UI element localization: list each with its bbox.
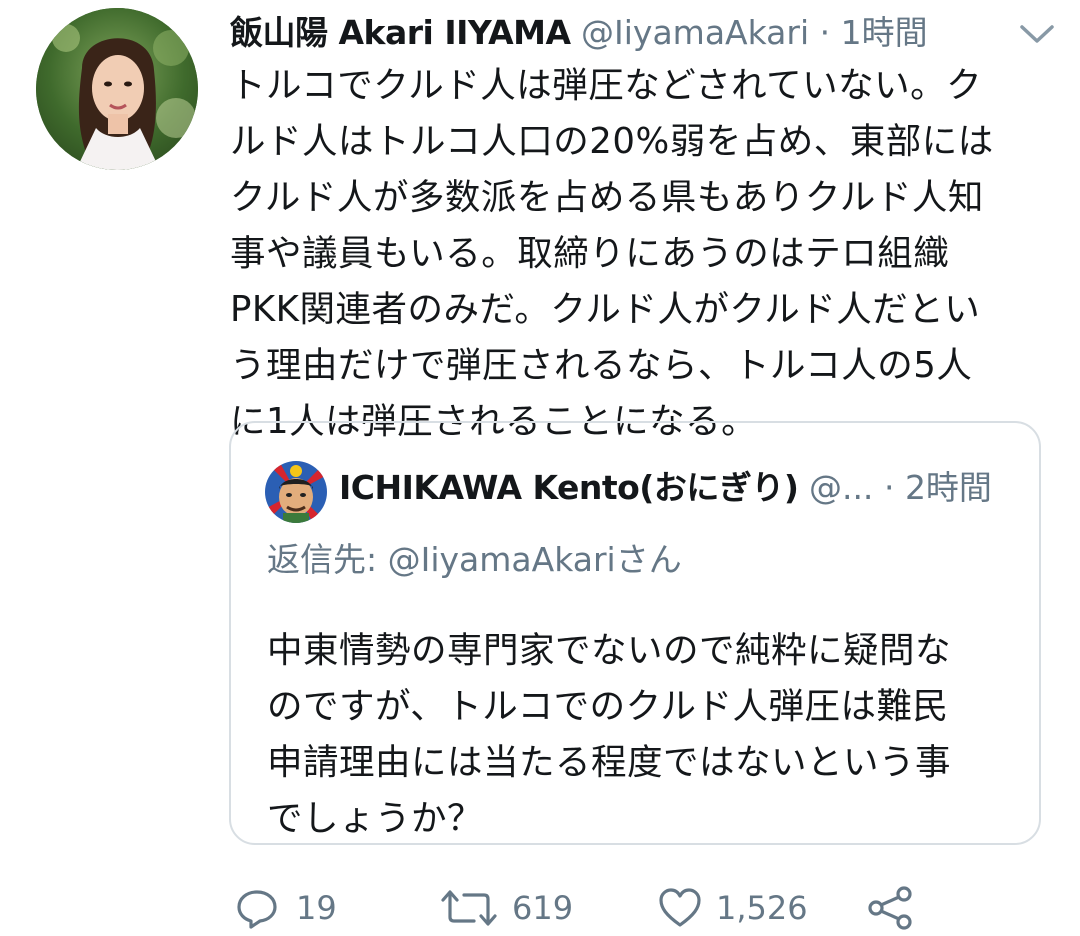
- quoted-display-name[interactable]: ICHIKAWA Kento(おにぎり): [339, 468, 799, 507]
- like-button[interactable]: 1,526: [658, 880, 808, 936]
- separator-dot: ·: [819, 13, 831, 52]
- retweet-icon: [441, 890, 497, 926]
- tweet-text: トルコでクルド人は弾圧などされていない。ク ルド人はトルコ人口の20%弱を占め、…: [230, 58, 1040, 450]
- tweet-header: 飯山陽 Akari IIYAMA @IiyamaAkari · 1時間: [230, 8, 1050, 58]
- tweet[interactable]: 飯山陽 Akari IIYAMA @IiyamaAkari · 1時間 トルコで…: [0, 0, 1080, 933]
- tweet-text-line: う理由だけで弾圧されるなら、トルコ人の5人: [230, 345, 973, 386]
- reply-to-line: 返信先: @IiyamaAkariさん: [267, 535, 682, 585]
- quoted-text-line: 中東情勢の専門家でないので純粋に疑問な: [267, 630, 952, 671]
- display-name[interactable]: 飯山陽 Akari IIYAMA: [230, 13, 571, 52]
- reply-to-prefix: 返信先:: [267, 540, 388, 579]
- timestamp[interactable]: 1時間: [841, 13, 928, 52]
- profile-photo-icon: [36, 8, 198, 170]
- like-icon: [659, 888, 701, 927]
- quoted-text-line: のですが、トルコでのクルド人弾圧は難民: [267, 686, 949, 727]
- reply-icon: [237, 890, 277, 929]
- cartoon-avatar-icon: [265, 461, 327, 523]
- retweet-button[interactable]: 619: [440, 880, 573, 936]
- reply-to-mention[interactable]: @IiyamaAkari: [388, 540, 616, 579]
- tweet-text-line: PKK関連者のみだ。クルド人がクルド人だとい: [230, 289, 981, 330]
- quoted-text-line: でしょうか？: [267, 798, 484, 839]
- quoted-text-line: 申請理由には当たる程度ではないという事: [267, 742, 952, 783]
- reply-to-suffix: さん: [615, 540, 682, 579]
- reply-count: 19: [296, 889, 337, 927]
- reply-button[interactable]: 19: [236, 880, 337, 936]
- tweet-text-line: ルド人はトルコ人口の20%弱を占め、東部には: [230, 121, 994, 162]
- quoted-avatar[interactable]: [265, 461, 327, 523]
- quoted-text: 中東情勢の専門家でないので純粋に疑問な のですが、トルコでのクルド人弾圧は難民 …: [267, 623, 1027, 847]
- share-icon: [868, 886, 912, 930]
- quoted-tweet[interactable]: ICHIKAWA Kento(おにぎり) @... · 2時間 返信先: @Ii…: [229, 421, 1041, 845]
- like-count: 1,526: [716, 889, 808, 927]
- separator-dot: ·: [883, 468, 895, 507]
- quoted-timestamp[interactable]: 2時間: [905, 468, 992, 507]
- action-bar: 19 619 1,526: [230, 880, 1050, 936]
- tweet-text-line: トルコでクルド人は弾圧などされていない。ク: [230, 65, 983, 106]
- tweet-text-line: 事や議員もいる。取締りにあうのはテロ組織: [230, 233, 950, 274]
- avatar[interactable]: [36, 8, 198, 170]
- retweet-count: 619: [512, 889, 574, 927]
- quoted-header: ICHIKAWA Kento(おにぎり) @... · 2時間: [339, 463, 1029, 513]
- quoted-handle[interactable]: @...: [809, 468, 873, 507]
- share-button[interactable]: [866, 880, 914, 936]
- chevron-down-icon[interactable]: [1018, 22, 1056, 46]
- tweet-text-line: クルド人が多数派を占める県もありクルド人知: [230, 177, 984, 218]
- handle[interactable]: @IiyamaAkari: [581, 13, 809, 52]
